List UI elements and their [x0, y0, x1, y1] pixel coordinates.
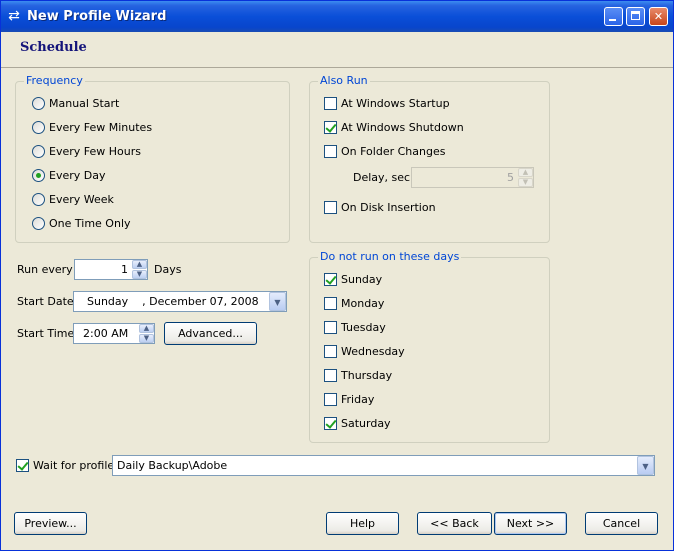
title-bar[interactable]: ⇄ New Profile Wizard ✕	[1, 1, 673, 32]
day-option-label: Saturday	[341, 417, 391, 430]
also-run-option-label: On Disk Insertion	[341, 201, 436, 214]
start-date-label: Start Date	[17, 295, 74, 308]
wait-for-profile-checkbox[interactable]	[16, 459, 29, 472]
wait-for-profile-value: Daily Backup\Adobe	[117, 459, 228, 472]
day-option-check[interactable]	[324, 417, 337, 430]
frequency-option-label: One Time Only	[49, 217, 131, 230]
do-not-run-legend: Do not run on these days	[318, 250, 462, 263]
also-run-option-label: At Windows Startup	[341, 97, 450, 110]
also-run-legend: Also Run	[318, 74, 370, 87]
day-option-label: Tuesday	[341, 321, 386, 334]
frequency-option-radio[interactable]	[32, 97, 45, 110]
also-run-option-label: On Folder Changes	[341, 145, 446, 158]
frequency-option-radio[interactable]	[32, 193, 45, 206]
day-option-label: Wednesday	[341, 345, 405, 358]
advanced-button[interactable]: Advanced...	[164, 322, 257, 345]
start-time-input[interactable]: 2:00 AM ▲ ▼	[73, 323, 155, 344]
day-option-check[interactable]	[324, 321, 337, 334]
day-option-check[interactable]	[324, 297, 337, 310]
frequency-legend: Frequency	[24, 74, 85, 87]
delay-value: 5	[507, 171, 514, 184]
maximize-button[interactable]	[626, 7, 645, 26]
close-button[interactable]: ✕	[649, 7, 668, 26]
start-date-picker[interactable]: Sunday , December 07, 2008 ▼	[73, 291, 287, 312]
start-time-value: 2:00 AM	[83, 327, 129, 340]
run-every-spinner[interactable]: ▲ ▼	[132, 260, 147, 279]
run-every-input[interactable]: 1 ▲ ▼	[74, 259, 148, 280]
start-time-spinner[interactable]: ▲ ▼	[139, 324, 154, 343]
help-button[interactable]: Help	[326, 512, 399, 535]
day-option-check[interactable]	[324, 393, 337, 406]
day-option-check[interactable]	[324, 345, 337, 358]
start-time-label: Start Time	[17, 327, 75, 340]
frequency-option-radio[interactable]	[32, 145, 45, 158]
cancel-button[interactable]: Cancel	[585, 512, 658, 535]
also-run-option-check[interactable]	[324, 201, 337, 214]
day-option-label: Friday	[341, 393, 375, 406]
day-option-label: Monday	[341, 297, 385, 310]
next-button[interactable]: Next >>	[494, 512, 567, 535]
delay-input[interactable]: 5 ▲ ▼	[411, 167, 534, 188]
frequency-option-label: Every Day	[49, 169, 106, 182]
wait-for-profile-select[interactable]: Daily Backup\Adobe ▼	[112, 455, 655, 476]
delay-spinner[interactable]: ▲ ▼	[518, 168, 533, 187]
day-option-label: Sunday	[341, 273, 383, 286]
maximize-icon	[631, 11, 640, 20]
day-option-check[interactable]	[324, 273, 337, 286]
preview-button[interactable]: Preview...	[14, 512, 87, 535]
frequency-option-label: Every Few Hours	[49, 145, 141, 158]
arrows-exchange-icon: ⇄	[8, 8, 20, 24]
frequency-option-radio[interactable]	[32, 217, 45, 230]
wait-for-profile-label: Wait for profile	[33, 459, 115, 472]
run-every-unit: Days	[154, 263, 182, 276]
also-run-option-check[interactable]	[324, 121, 337, 134]
back-button[interactable]: << Back	[417, 512, 492, 535]
page-title: Schedule	[20, 40, 87, 55]
day-option-label: Thursday	[341, 369, 393, 382]
spin-up-icon[interactable]: ▲	[132, 260, 147, 269]
spin-down-icon[interactable]: ▼	[139, 334, 154, 343]
day-option-check[interactable]	[324, 369, 337, 382]
also-run-option-check[interactable]	[324, 145, 337, 158]
also-run-option-check[interactable]	[324, 97, 337, 110]
chevron-down-icon[interactable]: ▼	[637, 456, 654, 475]
chevron-down-icon[interactable]: ▼	[269, 292, 286, 311]
spin-down-icon[interactable]: ▼	[518, 178, 533, 187]
frequency-option-label: Manual Start	[49, 97, 120, 110]
wizard-window: ⇄ New Profile Wizard ✕ Schedule Frequenc…	[0, 0, 674, 551]
close-icon: ✕	[653, 10, 664, 23]
run-every-label: Run every	[17, 263, 73, 276]
minimize-icon	[609, 19, 616, 21]
frequency-option-radio[interactable]	[32, 121, 45, 134]
spin-up-icon[interactable]: ▲	[518, 168, 533, 177]
frequency-option-label: Every Few Minutes	[49, 121, 153, 134]
spin-down-icon[interactable]: ▼	[132, 270, 147, 279]
start-date-value: Sunday , December 07, 2008	[87, 295, 259, 308]
frequency-option-radio[interactable]	[32, 169, 45, 182]
run-every-value: 1	[121, 263, 128, 276]
minimize-button[interactable]	[604, 7, 623, 26]
window-title: New Profile Wizard	[27, 9, 167, 24]
also-run-option-label: At Windows Shutdown	[341, 121, 464, 134]
wizard-header: Schedule	[1, 32, 673, 68]
frequency-option-label: Every Week	[49, 193, 114, 206]
spin-up-icon[interactable]: ▲	[139, 324, 154, 333]
delay-label: Delay, sec	[353, 171, 411, 184]
